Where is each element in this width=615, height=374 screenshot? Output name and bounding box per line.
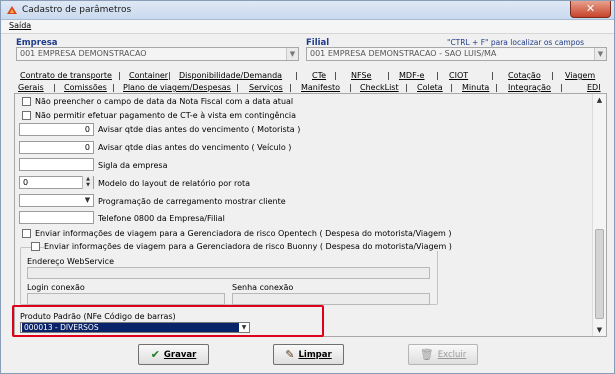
label-modelo-layout: Modelo do layout de relatório por rota (98, 179, 251, 188)
filial-select[interactable]: 001 EMPRESA DEMONSTRACAO - SAO LUIS/MA ▼ (306, 47, 607, 61)
label-telefone: Telefone 0800 da Empresa/Filial (98, 214, 225, 223)
close-icon[interactable]: ✕ (570, 1, 611, 18)
label-senha: Senha conexão (232, 283, 294, 292)
modelo-layout-value: 0 (23, 178, 29, 187)
menu-bar: Saída (1, 20, 614, 34)
search-hint: "CTRL + F" para localizar os campos (447, 38, 584, 47)
scroll-down-icon[interactable]: ▼ (593, 324, 606, 336)
tab-coleta[interactable]: Coleta (417, 83, 443, 92)
checkbox-nota-fiscal[interactable] (22, 97, 31, 106)
scroll-up-icon[interactable]: ▲ (593, 94, 606, 106)
chevron-down-icon[interactable]: ▼ (594, 48, 606, 60)
tab-edi[interactable]: EDI (587, 83, 601, 92)
brush-icon: ✎ (285, 348, 295, 361)
tab-contrato[interactable]: Contrato de transporte (20, 71, 112, 80)
tab-cotacao[interactable]: Cotação (508, 71, 541, 80)
delete-label: Excluir (437, 350, 467, 360)
label-programacao: Programação de carregamento mostrar clie… (98, 197, 286, 206)
parameters-window: Cadastro de parâmetros ✕ Saída Empresa 0… (0, 0, 615, 374)
tab-container[interactable]: Container (129, 71, 168, 80)
chevron-down-icon[interactable]: ▼ (239, 323, 249, 332)
label-produto-padrao: Produto Padrão (NFe Código de barras) (20, 312, 176, 321)
tab-disponibilidade[interactable]: Disponibilidade/Demanda (179, 71, 282, 80)
tab-viagem[interactable]: Viagem (565, 71, 595, 80)
tab-comissoes[interactable]: Comissões (64, 83, 107, 92)
menu-item-saida[interactable]: Saída (9, 21, 31, 30)
tabs-row-1: Contrato de transporte | Container | Dis… (20, 71, 596, 80)
tab-minuta[interactable]: Minuta (462, 83, 489, 92)
tab-checklist[interactable]: CheckList (360, 83, 399, 92)
checkbox-buonny[interactable] (31, 242, 40, 251)
tab-ciot[interactable]: CIOT (449, 71, 468, 80)
sigla-input[interactable] (19, 158, 94, 171)
trash-icon: 🗑 (419, 348, 434, 361)
tab-nfse[interactable]: NFSe (351, 71, 371, 80)
label-avisar-motorista: Avisar qtde dias antes do vencimento ( M… (98, 125, 301, 134)
clear-label: Limpar (298, 350, 332, 360)
save-label: Gravar (163, 350, 197, 360)
panel-scrollbar[interactable]: ▲ ▼ (592, 94, 606, 336)
endereco-webservice-input[interactable] (27, 267, 430, 279)
label-login: Login conexão (27, 283, 85, 292)
clear-button[interactable]: ✎ Limpar (273, 344, 344, 365)
avisar-motorista-input[interactable]: 0 (19, 123, 94, 136)
checkmark-icon: ✔ (150, 348, 160, 361)
label-avisar-veiculo: Avisar qtde dias antes do vencimento ( V… (98, 143, 292, 152)
tab-servicos[interactable]: Serviços (249, 83, 283, 92)
produto-padrao-value: 000013 - DIVERSOS (22, 323, 239, 332)
app-icon (7, 6, 17, 14)
chevron-down-icon[interactable]: ▼ (286, 48, 298, 60)
tab-manifesto[interactable]: Manifesto (301, 83, 340, 92)
tab-integracao[interactable]: Integração (508, 83, 551, 92)
telefone-input[interactable] (19, 211, 94, 224)
tab-gerais[interactable]: Gerais (18, 83, 44, 92)
label-nota-fiscal: Não preencher o campo de data da Nota Fi… (35, 97, 294, 106)
delete-button[interactable]: 🗑 Excluir (408, 344, 478, 365)
save-button[interactable]: ✔ Gravar (138, 344, 209, 365)
chevron-down-icon[interactable]: ▼ (82, 195, 93, 206)
label-ct-vista: Não permitir efetuar pagamento de CT-e à… (35, 111, 297, 120)
avisar-veiculo-input[interactable]: 0 (19, 141, 94, 154)
title-bar: Cadastro de parâmetros ✕ (1, 1, 614, 20)
scroll-thumb[interactable] (595, 229, 604, 319)
tab-cte[interactable]: CTe (312, 71, 326, 80)
label-sigla: Sigla da empresa (98, 161, 168, 170)
label-opentech: Enviar informações de viagem para a Gere… (35, 229, 452, 238)
checkbox-ct-vista[interactable] (22, 111, 31, 120)
filial-value: 001 EMPRESA DEMONSTRACAO - SAO LUIS/MA (310, 49, 497, 58)
empresa-select[interactable]: 001 EMPRESA DEMONSTRACAO ▼ (16, 47, 299, 61)
empresa-value: 001 EMPRESA DEMONSTRACAO (20, 49, 147, 58)
produto-padrao-select[interactable]: 000013 - DIVERSOS ▼ (20, 322, 250, 333)
login-input[interactable] (27, 293, 225, 305)
label-endereco-webservice: Endereço WebService (27, 257, 115, 266)
checkbox-opentech[interactable] (22, 229, 31, 238)
label-buonny: Enviar informações de viagem para a Gere… (44, 242, 454, 251)
tab-plano-viagem[interactable]: Plano de viagem/Despesas (123, 83, 231, 92)
senha-input[interactable] (232, 293, 430, 305)
tab-mdfe[interactable]: MDF-e (399, 71, 424, 80)
window-title: Cadastro de parâmetros (22, 5, 132, 15)
spinner-icon[interactable]: ▲ ▼ (82, 176, 93, 189)
